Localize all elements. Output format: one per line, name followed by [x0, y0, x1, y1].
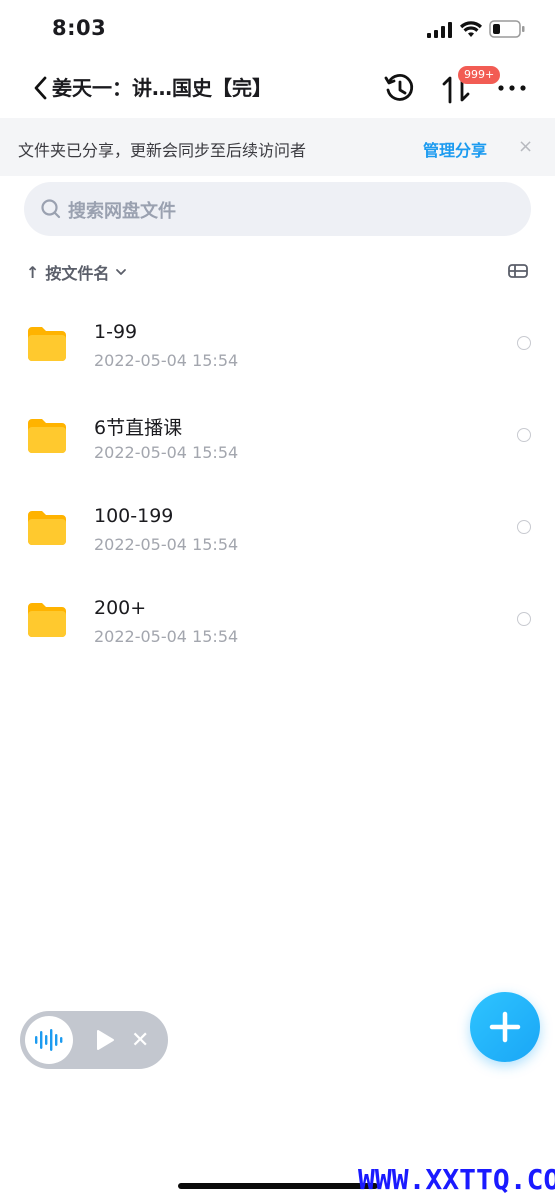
file-name: 6节直播课 [94, 417, 183, 439]
file-date: 2022-05-04 15:54 [94, 627, 239, 646]
history-icon[interactable] [383, 72, 417, 106]
file-name: 100-199 [94, 505, 174, 527]
share-banner-text: 文件夹已分享，更新会同步至后续访问者 [18, 141, 307, 160]
chevron-down-icon [116, 269, 127, 275]
status-time: 8:03 [52, 16, 107, 40]
play-icon[interactable] [95, 1029, 115, 1051]
watermark-text: WWW.XXTTQ.COM [358, 1163, 555, 1196]
file-row-4[interactable] [0, 573, 555, 665]
file-row-2[interactable] [0, 389, 555, 481]
select-radio[interactable] [517, 520, 531, 534]
file-name: 200+ [94, 597, 147, 619]
search-placeholder: 搜索网盘文件 [68, 201, 176, 222]
file-date: 2022-05-04 15:54 [94, 443, 239, 462]
home-indicator [178, 1183, 378, 1189]
back-chevron-icon[interactable] [30, 74, 52, 102]
sort-arrow-icon: ↑ [26, 262, 40, 282]
file-row-3[interactable] [0, 481, 555, 573]
view-mode-icon[interactable] [507, 262, 529, 280]
sort-label: 按文件名 [45, 264, 110, 283]
folder-icon [28, 511, 66, 545]
file-name: 1-99 [94, 321, 138, 343]
file-date: 2022-05-04 15:54 [94, 535, 239, 554]
folder-icon [28, 327, 66, 361]
cellular-signal-icon [427, 22, 452, 38]
banner-close-button[interactable]: × [518, 136, 533, 157]
select-radio[interactable] [517, 428, 531, 442]
player-close-button[interactable]: ✕ [131, 1028, 149, 1053]
manage-share-link[interactable]: 管理分享 [423, 137, 487, 161]
folder-icon [28, 419, 66, 453]
file-row-1[interactable] [0, 297, 555, 389]
select-radio[interactable] [517, 612, 531, 626]
sort-selector[interactable]: ↑ 按文件名 [26, 260, 127, 284]
search-icon [41, 199, 61, 219]
audio-wave-icon [35, 1029, 63, 1051]
file-date: 2022-05-04 15:54 [94, 351, 239, 370]
battery-icon [489, 20, 525, 38]
plus-icon [489, 1011, 521, 1043]
select-radio[interactable] [517, 336, 531, 350]
transfer-count-badge: 999+ [458, 66, 501, 84]
more-options-icon[interactable] [497, 78, 527, 98]
page-title: 姜天一：讲…国史【完】 [52, 76, 272, 100]
wifi-icon [460, 21, 482, 37]
folder-icon [28, 603, 66, 637]
